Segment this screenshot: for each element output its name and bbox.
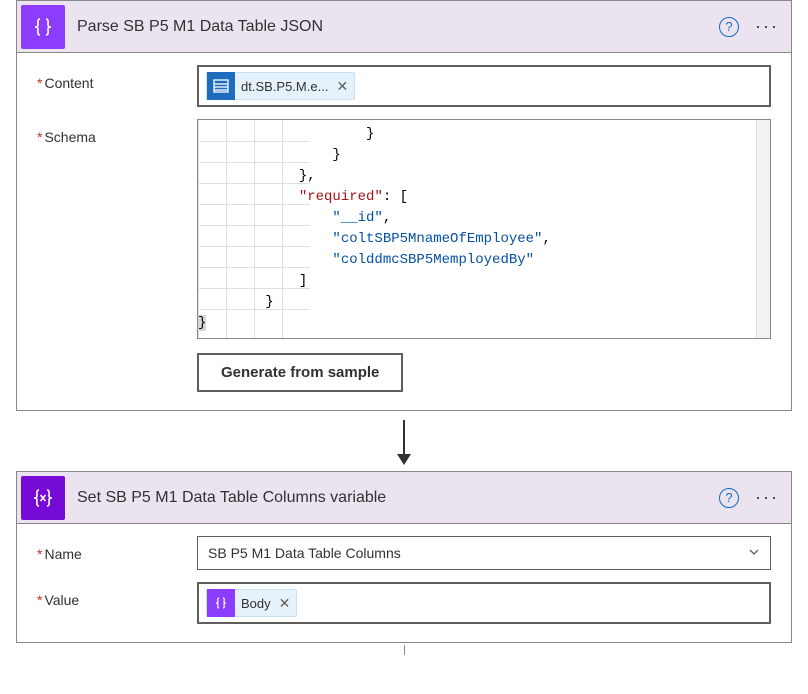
token-label: dt.SB.P5.M.e... xyxy=(241,79,328,94)
scrollbar[interactable] xyxy=(756,120,770,338)
token-remove-icon[interactable]: ✕ xyxy=(279,595,291,612)
name-select[interactable]: SB P5 M1 Data Table Columns xyxy=(197,536,771,570)
parse-json-card: Parse SB P5 M1 Data Table JSON ? ··· *Co… xyxy=(16,0,792,411)
schema-label: *Schema xyxy=(37,119,197,145)
set-variable-card: Set SB P5 M1 Data Table Columns variable… xyxy=(16,471,792,643)
card-header[interactable]: Parse SB P5 M1 Data Table JSON ? ··· xyxy=(17,1,791,53)
value-token[interactable]: Body ✕ xyxy=(206,589,297,617)
name-label: *Name xyxy=(37,536,197,562)
schema-field-row: *Schema xyxy=(37,119,771,392)
more-menu-icon[interactable]: ··· xyxy=(751,16,783,37)
help-icon[interactable]: ? xyxy=(719,17,739,37)
card-body: *Name SB P5 M1 Data Table Columns *Value xyxy=(17,524,791,642)
flow-arrow xyxy=(16,413,792,471)
content-field-row: *Content xyxy=(37,65,771,107)
parse-json-icon xyxy=(21,5,65,49)
body-icon xyxy=(207,589,235,617)
more-menu-icon[interactable]: ··· xyxy=(751,487,783,508)
card-body: *Content xyxy=(17,53,791,410)
schema-editor[interactable]: } } }, "required": [ "__id", "coltSBP5Mn… xyxy=(197,119,771,339)
name-field-row: *Name SB P5 M1 Data Table Columns xyxy=(37,536,771,570)
card-header[interactable]: Set SB P5 M1 Data Table Columns variable… xyxy=(17,472,791,524)
card-title: Parse SB P5 M1 Data Table JSON xyxy=(77,18,719,36)
value-field-row: *Value Body ✕ xyxy=(37,582,771,624)
chevron-down-icon xyxy=(748,545,760,561)
datatable-icon xyxy=(207,72,235,100)
generate-from-sample-button[interactable]: Generate from sample xyxy=(197,353,403,392)
help-icon[interactable]: ? xyxy=(719,488,739,508)
flow-stub xyxy=(404,645,405,655)
value-input[interactable]: Body ✕ xyxy=(197,582,771,624)
name-value: SB P5 M1 Data Table Columns xyxy=(208,545,401,561)
schema-code: } } }, "required": [ "__id", "coltSBP5Mn… xyxy=(198,120,766,338)
content-label: *Content xyxy=(37,65,197,91)
content-token[interactable]: dt.SB.P5.M.e... ✕ xyxy=(206,72,355,100)
value-label: *Value xyxy=(37,582,197,608)
variable-icon xyxy=(21,476,65,520)
content-input[interactable]: dt.SB.P5.M.e... ✕ xyxy=(197,65,771,107)
token-label: Body xyxy=(241,596,271,611)
token-remove-icon[interactable]: ✕ xyxy=(336,78,348,95)
card-title: Set SB P5 M1 Data Table Columns variable xyxy=(77,489,719,507)
